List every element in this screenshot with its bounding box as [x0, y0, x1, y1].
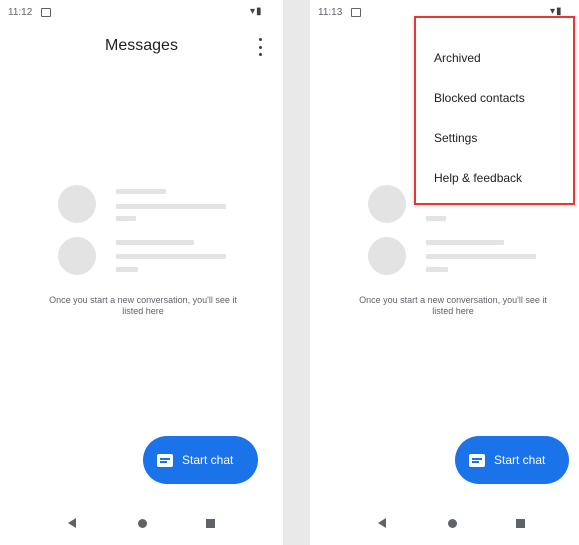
placeholder-line	[116, 254, 226, 259]
placeholder-line	[116, 240, 194, 245]
notification-icon	[41, 8, 51, 17]
placeholder-line	[426, 267, 448, 272]
placeholder-line	[426, 216, 446, 221]
more-vert-icon	[258, 38, 262, 41]
home-icon[interactable]	[138, 519, 147, 528]
placeholder-avatar	[58, 185, 96, 223]
menu-item-blocked-contacts[interactable]: Blocked contacts	[434, 91, 525, 105]
back-icon[interactable]	[378, 518, 386, 528]
message-icon	[157, 453, 173, 467]
more-options-button[interactable]	[253, 38, 267, 56]
recents-icon[interactable]	[206, 519, 215, 528]
page-title: Messages	[105, 37, 178, 54]
home-icon[interactable]	[448, 519, 457, 528]
system-nav-bar	[0, 508, 283, 538]
notification-icon	[351, 8, 361, 17]
status-icons: ▾▮	[250, 6, 263, 17]
status-bar: 11:12 ▾▮	[0, 0, 283, 28]
placeholder-line	[116, 204, 226, 209]
start-chat-label: Start chat	[494, 453, 546, 467]
overflow-menu: Archived Blocked contacts Settings Help …	[414, 16, 575, 205]
placeholder-line	[116, 267, 138, 272]
start-chat-button[interactable]: Start chat	[455, 436, 569, 484]
phone-screen-right: 11:13 ▾▮ Once you start a new conversati…	[310, 0, 579, 545]
recents-icon[interactable]	[516, 519, 525, 528]
empty-state-message: Once you start a new conversation, you'l…	[49, 295, 237, 316]
status-time: 11:12	[8, 7, 33, 18]
start-chat-label: Start chat	[182, 453, 234, 467]
menu-item-help-feedback[interactable]: Help & feedback	[434, 171, 522, 185]
placeholder-line	[116, 189, 166, 194]
placeholder-line	[426, 240, 504, 245]
placeholder-avatar	[368, 237, 406, 275]
menu-item-settings[interactable]: Settings	[434, 131, 477, 145]
phone-screen-left: 11:12 ▾▮ Messages Once you start a new c…	[0, 0, 283, 545]
system-nav-bar	[310, 508, 579, 538]
back-icon[interactable]	[68, 518, 76, 528]
placeholder-avatar	[368, 185, 406, 223]
placeholder-line	[426, 254, 536, 259]
message-icon	[469, 453, 485, 467]
placeholder-line	[116, 216, 136, 221]
empty-state-message: Once you start a new conversation, you'l…	[359, 295, 547, 316]
start-chat-button[interactable]: Start chat	[143, 436, 258, 484]
menu-item-archived[interactable]: Archived	[434, 51, 481, 65]
placeholder-avatar	[58, 237, 96, 275]
status-time: 11:13	[318, 7, 343, 18]
